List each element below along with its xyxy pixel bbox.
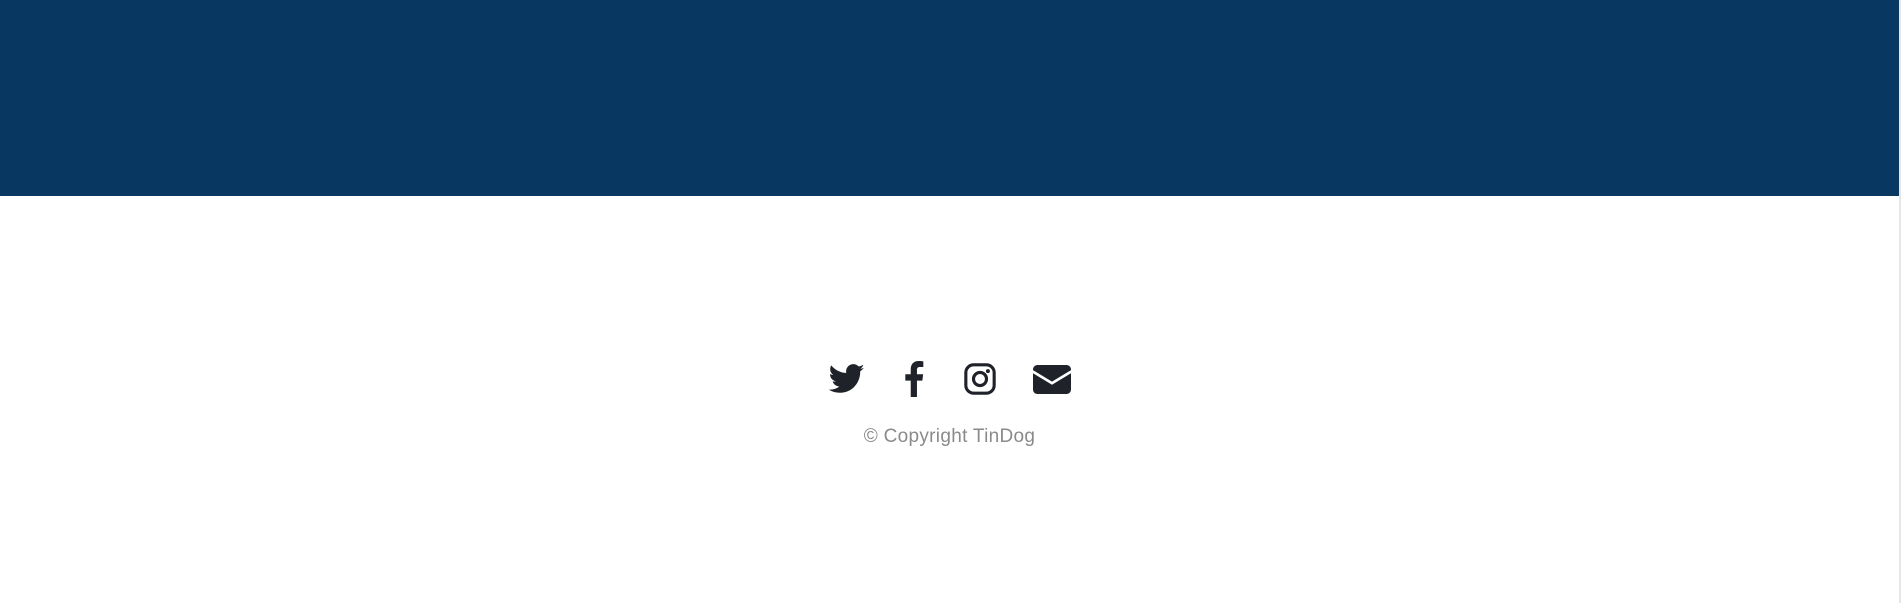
instagram-link[interactable]: [960, 359, 1000, 399]
footer: © Copyright TinDog: [0, 196, 1899, 603]
page: © Copyright TinDog: [0, 0, 1901, 603]
twitter-link[interactable]: [827, 359, 867, 399]
envelope-icon: [1033, 364, 1071, 394]
social-links: [0, 359, 1899, 399]
instagram-icon: [963, 362, 997, 396]
twitter-icon: [829, 363, 865, 395]
copyright-text: © Copyright TinDog: [863, 426, 1036, 447]
facebook-link[interactable]: [898, 359, 930, 399]
top-color-band: [0, 0, 1899, 196]
email-link[interactable]: [1030, 359, 1074, 399]
facebook-icon: [903, 361, 925, 397]
